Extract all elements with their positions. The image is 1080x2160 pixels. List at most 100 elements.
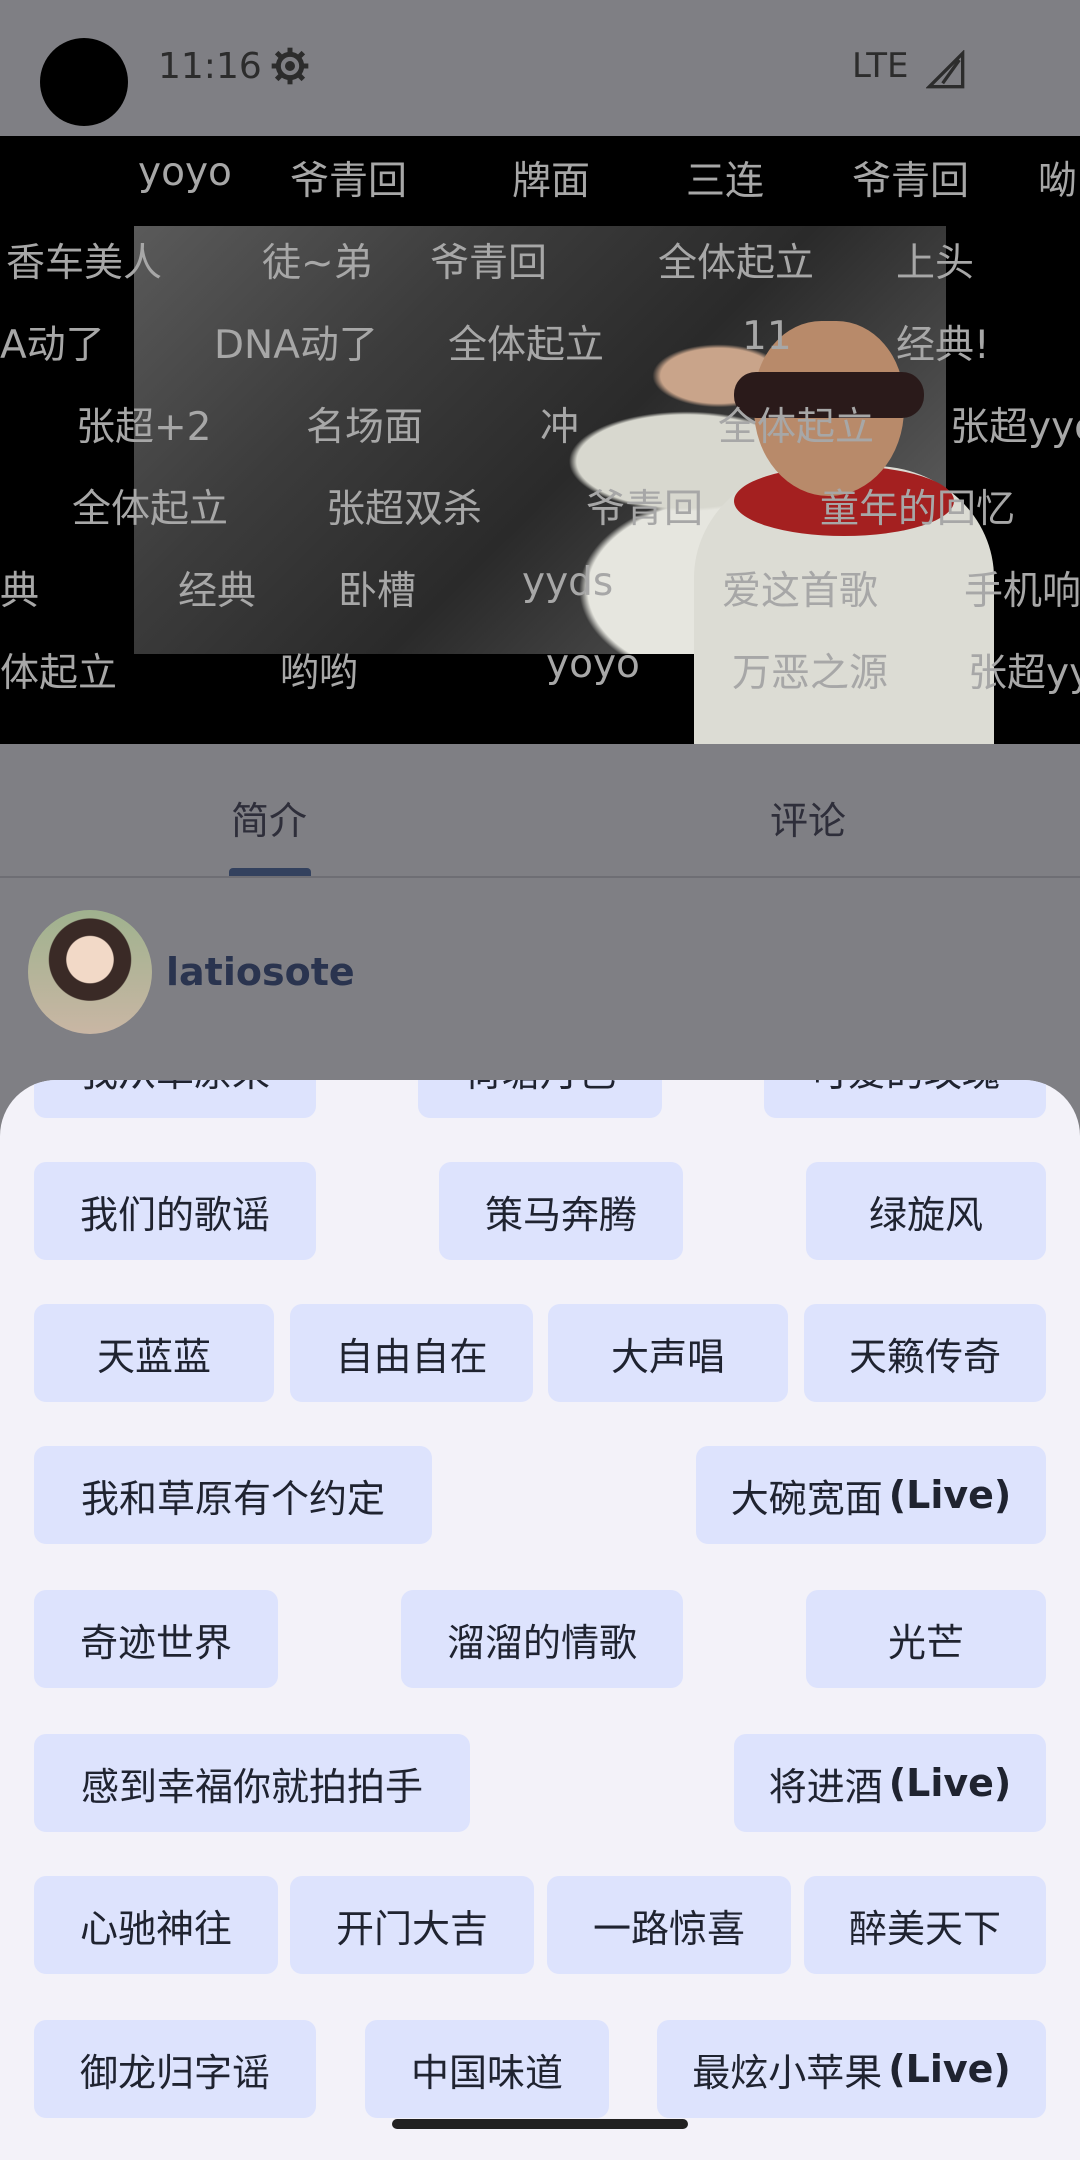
song-title: 绿旋风 [868, 1192, 983, 1237]
danmaku-comment: 张超双杀 [326, 487, 483, 532]
danmaku-comment: DNA动了 [214, 323, 378, 368]
danmaku-comment: 爱这首歌 [722, 569, 879, 614]
song-title: 天籁传奇 [848, 1334, 1001, 1379]
song-title: 御龙归字谣 [79, 2050, 270, 2095]
song-title: 感到幸福你就拍拍手 [80, 1764, 423, 1809]
song-title: 可爱的玫瑰 [810, 1080, 1000, 1097]
song-title: 奇迹世界 [79, 1620, 232, 1665]
danmaku-comment: 11 [742, 314, 792, 359]
song-chip[interactable]: 天籁传奇 [804, 1304, 1046, 1402]
danmaku-comment: 爷青回 [852, 159, 970, 204]
song-chip[interactable]: 最炫小苹果 (Live) [657, 2020, 1046, 2118]
network-type: LTE [852, 46, 909, 86]
tab-bar: 简介 评论 [0, 744, 1080, 878]
danmaku-comment: 爷青回 [290, 159, 408, 204]
song-chip[interactable]: 我从草原来 [34, 1080, 316, 1118]
song-title: 荷塘月色 [464, 1080, 616, 1097]
song-title: 自由自在 [335, 1334, 488, 1379]
song-title: 溜溜的情歌 [446, 1620, 637, 1665]
song-chip[interactable]: 溜溜的情歌 [401, 1590, 683, 1688]
song-title: 我们的歌谣 [79, 1192, 270, 1237]
song-title: 大碗宽面 [730, 1476, 883, 1521]
song-chip[interactable]: 可爱的玫瑰 [764, 1080, 1046, 1118]
song-live-tag: (Live) [888, 1761, 1012, 1805]
tab-comments[interactable]: 评论 [770, 790, 846, 845]
danmaku-comment: 童年的回忆 [820, 487, 1016, 532]
song-title: 天蓝蓝 [96, 1334, 211, 1379]
song-chip[interactable]: 中国味道 [365, 2020, 609, 2118]
song-title: 策马奔腾 [484, 1192, 637, 1237]
signal-icon [926, 50, 965, 89]
song-live-tag: (Live) [888, 2047, 1011, 2091]
song-chip[interactable]: 一路惊喜 [547, 1876, 791, 1974]
danmaku-comment: 冲 [540, 405, 580, 450]
danmaku-comment: 经典! [896, 323, 990, 368]
danmaku-comment: 手机响 [964, 569, 1080, 614]
uploader-name[interactable]: latiosote [166, 950, 355, 994]
danmaku-comment: 三连 [686, 159, 765, 204]
danmaku-comment: 经典 [178, 569, 257, 614]
song-title: 醉美天下 [848, 1906, 1001, 1951]
danmaku-comment: 全体起立 [658, 241, 815, 286]
song-chip[interactable]: 自由自在 [290, 1304, 533, 1402]
danmaku-comment: 名场面 [306, 405, 424, 450]
danmaku-comment: 万恶之源 [732, 651, 889, 696]
song-chip[interactable]: 心驰神往 [34, 1876, 278, 1974]
danmaku-comment: 典 [0, 569, 40, 614]
danmaku-comment: 全体起立 [718, 405, 875, 450]
danmaku-comment: 体起立 [0, 651, 118, 696]
danmaku-comment: 张超yy [968, 651, 1080, 696]
danmaku-comment: 上头 [896, 241, 975, 286]
danmaku-comment: yoyo [546, 642, 640, 687]
song-chip[interactable]: 我和草原有个约定 [34, 1446, 432, 1544]
status-bar: 11:16 LTE [0, 0, 1080, 136]
song-chip[interactable]: 大碗宽面 (Live) [696, 1446, 1046, 1544]
danmaku-comment: 卧槽 [338, 569, 417, 614]
danmaku-comment: 徒~弟 [262, 241, 373, 286]
home-indicator[interactable] [392, 2119, 688, 2129]
danmaku-comment: 张超yyc [950, 405, 1080, 450]
gear-icon [271, 47, 309, 85]
song-chip[interactable]: 策马奔腾 [439, 1162, 683, 1260]
song-chip[interactable]: 御龙归字谣 [34, 2020, 316, 2118]
danmaku-comment: 爷青回 [430, 241, 548, 286]
song-chip[interactable]: 将进酒 (Live) [734, 1734, 1046, 1832]
danmaku-comment: 全体起立 [448, 323, 605, 368]
song-chip[interactable]: 开门大吉 [290, 1876, 534, 1974]
danmaku-comment: 呦 [1038, 159, 1078, 204]
song-title: 一路惊喜 [592, 1906, 745, 1951]
song-title: 将进酒 [768, 1764, 883, 1809]
video-player[interactable]: yoyo 爷青回 牌面 三连 爷青回 呦 香车美人 徒~弟 爷青回 全体起立 上… [0, 136, 1080, 744]
song-title: 最炫小苹果 [692, 2050, 883, 2095]
song-title: 大声唱 [610, 1334, 725, 1379]
song-chip[interactable]: 荷塘月色 [418, 1080, 662, 1118]
camera-cutout [40, 38, 128, 126]
song-chip[interactable]: 绿旋风 [806, 1162, 1046, 1260]
song-title: 开门大吉 [335, 1906, 488, 1951]
avatar[interactable] [28, 910, 152, 1034]
song-chip[interactable]: 奇迹世界 [34, 1590, 278, 1688]
song-chip[interactable]: 醉美天下 [804, 1876, 1046, 1974]
song-chip[interactable]: 大声唱 [548, 1304, 788, 1402]
status-time: 11:16 [158, 46, 262, 87]
song-title: 心驰神往 [79, 1906, 232, 1951]
danmaku-comment: 全体起立 [72, 487, 229, 532]
song-chip[interactable]: 我们的歌谣 [34, 1162, 316, 1260]
song-title: 我和草原有个约定 [80, 1476, 385, 1521]
danmaku-comment: yyds [522, 560, 614, 605]
danmaku-comment: 爷青回 [586, 487, 704, 532]
tab-indicator [229, 868, 311, 876]
danmaku-comment: 哟哟 [280, 651, 359, 696]
song-list-sheet: 我从草原来 荷塘月色 可爱的玫瑰 我们的歌谣 策马奔腾 绿旋风 天蓝蓝 自由自在… [0, 1080, 1080, 2160]
song-title: 我从草原来 [80, 1080, 270, 1097]
song-title: 光芒 [887, 1620, 964, 1665]
danmaku-comment: 香车美人 [6, 241, 163, 286]
song-chip[interactable]: 光芒 [806, 1590, 1046, 1688]
danmaku-comment: yoyo [138, 150, 232, 195]
song-chip[interactable]: 天蓝蓝 [34, 1304, 274, 1402]
tab-intro[interactable]: 简介 [231, 790, 307, 845]
song-title: 中国味道 [410, 2050, 563, 2095]
song-live-tag: (Live) [888, 1473, 1012, 1517]
song-chip[interactable]: 感到幸福你就拍拍手 [34, 1734, 470, 1832]
danmaku-comment: 张超+2 [76, 405, 212, 450]
